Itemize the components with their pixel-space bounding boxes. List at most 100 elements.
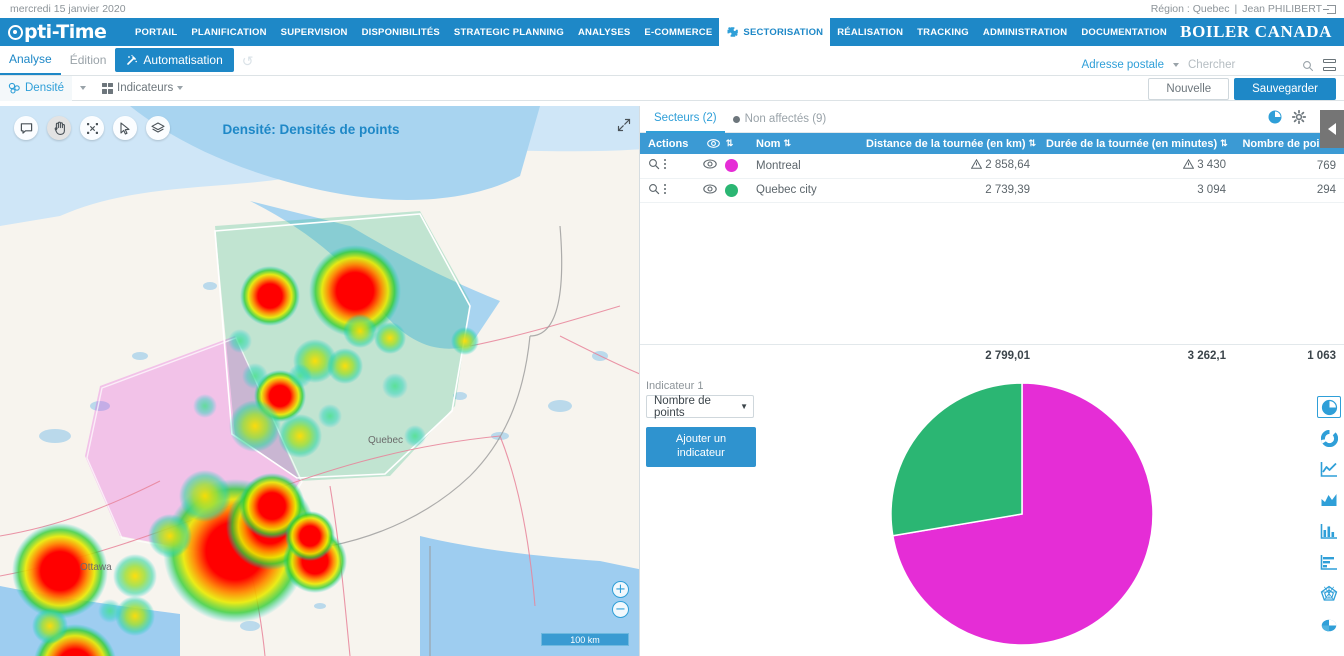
sort-icon[interactable]: ⇅ [726,138,734,149]
tabbar-right-controls: Adresse postale Chercher [1082,59,1336,72]
map-label: Ottawa [80,562,112,573]
sort-icon[interactable]: ⇅ [783,138,791,149]
table-body: Montreal 2 858,64 3 430 769 Quebec city 2 739… [640,154,1344,203]
sector-color-swatch[interactable] [724,183,738,197]
eye-icon[interactable] [702,159,717,172]
indicators-icon [102,82,113,94]
list-view-icon[interactable] [1323,59,1336,71]
col-actions: Actions [640,133,692,154]
zoom-in-button[interactable]: + [612,581,629,598]
col-duration[interactable]: Durée de la tournée (en minutes) ⇅ [1038,133,1234,154]
nav-item-disponibilit-s[interactable]: DISPONIBILITÉS [355,18,447,46]
nav-item-label: ADMINISTRATION [982,26,1068,38]
nav-item-e-commerce[interactable]: E-COMMERCE [637,18,719,46]
row-actions [640,154,692,179]
row-menu-icon[interactable] [663,183,667,198]
pie-slice[interactable] [890,382,1023,537]
nav-item-planification[interactable]: PLANIFICATION [184,18,273,46]
automation-button[interactable]: Automatisation [115,48,234,72]
pan-hand-icon[interactable] [47,116,71,140]
indicator-selected-value: Nombre de points [654,394,711,419]
map-background [0,106,639,656]
logo-text: pti-Time [24,21,107,43]
row-menu-icon[interactable] [663,158,667,173]
fullscreen-select-icon[interactable] [80,116,104,140]
bar-chart-type-icon[interactable] [1317,551,1341,573]
panel-tab-non-affectes[interactable]: Non affectés (9) [725,106,835,133]
search-input[interactable]: Chercher [1188,59,1293,71]
undo-icon[interactable]: ↺ [242,53,254,70]
eye-icon[interactable] [702,183,717,197]
col-distance[interactable]: Distance de la tournée (en km) ⇅ [858,133,1038,154]
nav-item-strategic-planning[interactable]: STRATEGIC PLANNING [447,18,571,46]
table-totals-row: 2 799,01 3 262,1 1 063 [640,345,1344,367]
brand-part1: B [1180,22,1193,41]
line-chart-type-icon[interactable] [1317,458,1341,480]
map-canvas[interactable]: Densité: Densités de points + − 100 km Q… [0,106,640,656]
layers-icon[interactable] [146,116,170,140]
nav-item-supervision[interactable]: SUPERVISION [274,18,355,46]
zoom-out-button[interactable]: − [612,601,629,618]
sort-icon[interactable]: ⇅ [1220,138,1228,149]
pie-chart-icon[interactable] [1268,110,1282,129]
nav-item-label: RÉALISATION [837,26,904,38]
add-indicator-line2: indicateur [677,446,725,459]
nav-item-analyses[interactable]: ANALYSES [571,18,637,46]
add-indicator-button[interactable]: Ajouter un indicateur [646,427,756,467]
panel-tab-secteurs[interactable]: Secteurs (2) [646,106,725,133]
top-status-bar: mercredi 15 janvier 2020 Région : Quebec… [0,0,1344,18]
indicators-button[interactable]: Indicateurs [94,76,191,101]
new-button[interactable]: Nouvelle [1148,78,1230,100]
nav-item-administration[interactable]: ADMINISTRATION [976,18,1074,46]
add-indicator-line1: Ajouter un [675,433,727,445]
nav-item-sectorisation[interactable]: SECTORISATION [719,18,831,46]
nav-item-documentation[interactable]: DOCUMENTATION [1074,18,1174,46]
arrow-cursor-icon[interactable] [113,116,137,140]
warning-icon [970,159,983,172]
gear-icon[interactable] [1291,109,1307,129]
col-visibility[interactable]: ⇅ [692,133,748,154]
row-visibility [692,154,748,179]
logout-icon[interactable] [1323,4,1336,14]
user-name[interactable]: Jean PHILIBERT [1242,3,1322,15]
indicator-select[interactable]: Nombre de points ▼ [646,394,754,419]
tab-analyse[interactable]: Analyse [0,45,61,75]
table-row[interactable]: Quebec city 2 739,39 3 094 294 [640,178,1344,203]
radar-chart-type-icon[interactable] [1317,582,1341,604]
nav-item-label: STRATEGIC PLANNING [453,26,564,38]
chart-type-rail [1317,396,1341,635]
tab-analyse-label: Analyse [9,52,52,66]
indicator-pie-chart[interactable] [888,380,1156,648]
sort-icon[interactable]: ⇅ [1029,138,1037,149]
zoom-to-sector-icon[interactable] [648,158,660,173]
nav-item-label: PLANIFICATION [191,26,267,38]
donut-chart-type-icon[interactable] [1317,427,1341,449]
sector-color-swatch[interactable] [724,159,738,173]
zoom-to-sector-icon[interactable] [648,183,660,198]
expand-map-icon[interactable] [617,118,631,137]
address-type-selector[interactable]: Adresse postale [1082,59,1164,71]
collapse-panel-icon[interactable] [1320,110,1344,148]
tooltip-icon[interactable] [14,116,38,140]
indicators-chevron-down-icon [177,86,184,90]
opti-time-logo[interactable]: pti-Time [8,21,128,43]
search-icon[interactable] [1302,59,1314,72]
density-button[interactable]: Densité [0,75,72,101]
density-dropdown[interactable] [72,76,94,101]
row-actions [640,178,692,203]
pie3d-chart-type-icon[interactable] [1317,613,1341,635]
chevron-down-icon[interactable] [1173,63,1179,67]
nav-item-r-alisation[interactable]: RÉALISATION [830,18,910,46]
area-chart-type-icon[interactable] [1317,489,1341,511]
col-nom[interactable]: Nom ⇅ [748,133,858,154]
row-distance: 2 858,64 [858,154,1038,179]
map-zoom-controls: + − [612,581,629,618]
nav-item-portail[interactable]: PORTAIL [128,18,184,46]
column-chart-type-icon[interactable] [1317,520,1341,542]
nav-item-tracking[interactable]: TRACKING [910,18,976,46]
save-button[interactable]: Sauvegarder [1234,78,1336,100]
table-row[interactable]: Montreal 2 858,64 3 430 769 [640,154,1344,179]
indicators-label: Indicateurs [117,82,174,94]
pie-chart-type-icon[interactable] [1317,396,1341,418]
tab-edition[interactable]: Édition [61,45,116,75]
